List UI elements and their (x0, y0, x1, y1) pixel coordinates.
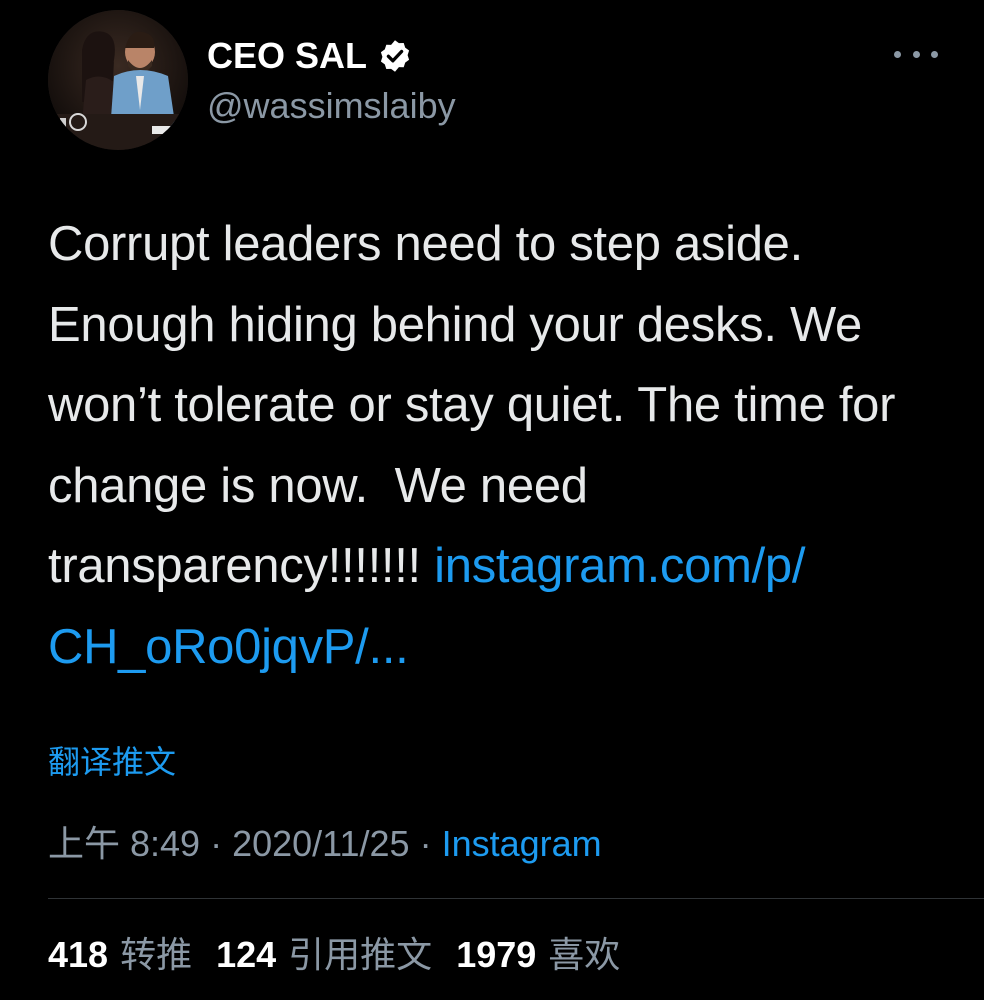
tweet-source[interactable]: Instagram (442, 823, 602, 864)
meta-separator: · (210, 823, 223, 864)
retweets-count: 418 (48, 934, 109, 975)
tweet-meta: 上午 8:49 · 2020/11/25 · Instagram (48, 820, 602, 868)
display-name[interactable]: CEO SAL (207, 33, 367, 79)
tweet-time[interactable]: 上午 8:49 (48, 823, 200, 864)
tweet-text: Corrupt leaders need to step aside. Enou… (48, 204, 958, 687)
meta-separator: · (419, 823, 432, 864)
likes-stat[interactable]: 1979 喜欢 (456, 930, 620, 980)
translate-tweet-link[interactable]: 翻译推文 (48, 738, 176, 786)
quotes-stat[interactable]: 124 引用推文 (216, 930, 432, 980)
verified-badge-icon (377, 38, 413, 74)
likes-count: 1979 (456, 934, 537, 975)
quotes-count: 124 (216, 934, 277, 975)
tweet-stats: 418 转推 124 引用推文 1979 喜欢 (48, 930, 644, 980)
quotes-label: 引用推文 (288, 934, 433, 975)
retweets-label: 转推 (120, 934, 193, 975)
user-handle[interactable]: @wassimslaiby (207, 84, 456, 128)
retweets-stat[interactable]: 418 转推 (48, 930, 192, 980)
divider (48, 898, 984, 899)
tweet-date[interactable]: 2020/11/25 (232, 823, 410, 864)
tweet-body: Corrupt leaders need to step aside. Enou… (48, 217, 909, 593)
likes-label: 喜欢 (548, 934, 621, 975)
avatar[interactable] (48, 10, 188, 150)
more-options-icon[interactable] (894, 46, 938, 62)
user-name-row[interactable]: CEO SAL (207, 33, 413, 79)
avatar-photo (48, 10, 188, 150)
tweet-detail: CEO SAL @wassimslaiby Corrupt leaders ne… (0, 0, 984, 1000)
